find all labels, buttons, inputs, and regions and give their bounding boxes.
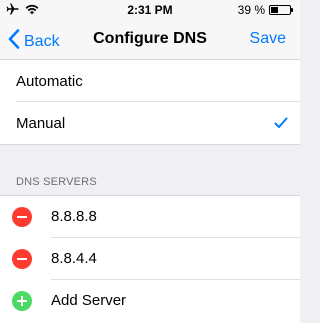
section-header-dns-servers: DNS SERVERS — [16, 176, 97, 188]
status-right: 39 % — [238, 3, 294, 17]
dns-server-row: 8.8.4.4 — [0, 238, 300, 280]
navigation-bar: Back Configure DNS Save — [0, 20, 300, 60]
remove-server-button[interactable] — [12, 249, 32, 269]
add-server-label: Add Server — [51, 292, 127, 309]
add-server-row[interactable]: Add Server — [0, 280, 300, 322]
status-bar: 2:31 PM 39 % — [0, 0, 300, 20]
minus-circle-icon — [17, 258, 27, 260]
battery-fill — [271, 7, 278, 13]
dns-servers-group: 8.8.8.8 8.8.4.4 Add Server — [0, 195, 300, 323]
dns-server-address[interactable]: 8.8.4.4 — [51, 250, 97, 267]
option-manual[interactable]: Manual — [0, 102, 300, 144]
option-label: Manual — [16, 114, 66, 132]
minus-circle-icon — [17, 216, 27, 218]
option-label: Automatic — [16, 72, 83, 90]
option-automatic[interactable]: Automatic — [0, 60, 300, 102]
dns-server-address[interactable]: 8.8.8.8 — [51, 208, 97, 225]
remove-server-button[interactable] — [12, 207, 32, 227]
dns-mode-group: Automatic Manual — [0, 60, 300, 145]
checkmark-icon — [274, 116, 288, 133]
add-server-button[interactable] — [12, 291, 32, 311]
plus-circle-icon — [17, 296, 27, 306]
battery-percentage: 39 % — [237, 3, 265, 17]
battery-icon — [269, 5, 293, 15]
dns-server-row: 8.8.8.8 — [0, 196, 300, 238]
save-button[interactable]: Save — [250, 30, 286, 48]
